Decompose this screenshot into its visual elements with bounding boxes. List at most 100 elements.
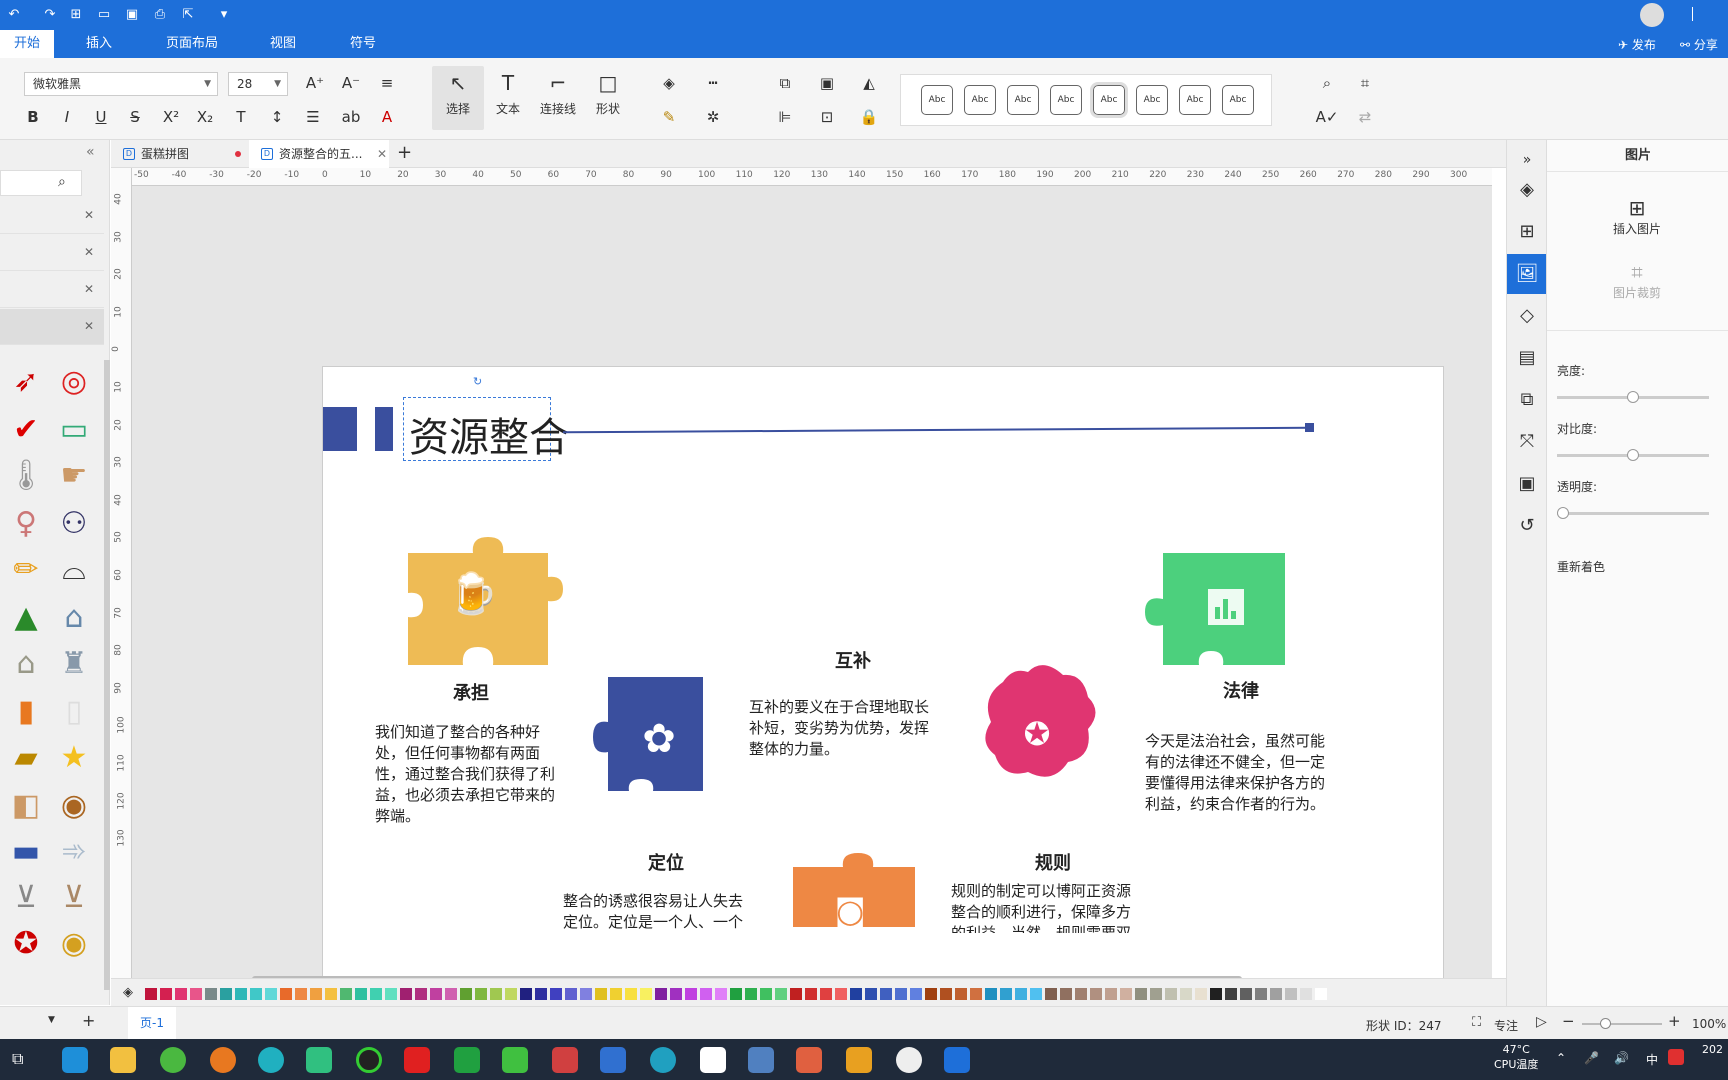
item-title-position[interactable]: 定位 [648,849,684,875]
search-icon[interactable]: ⌕ [58,174,66,190]
item-text-position[interactable]: 整合的诱惑很容易让人失去定位。定位是一个人、一个产品、一个企业、一个组织 [563,891,743,931]
contrast-slider[interactable] [1557,449,1709,461]
crop-image-button[interactable]: ⌗ 图片裁剪 [1597,260,1677,301]
bold-icon[interactable]: B [20,104,46,130]
color-swatch[interactable] [1045,988,1057,1000]
color-swatch[interactable] [805,988,817,1000]
connect-icon[interactable]: ⤧ [1507,422,1547,462]
checkmark-icon[interactable]: ✔ [6,410,46,450]
fill-panel-icon[interactable]: ◈ [1507,170,1547,210]
paper-icon[interactable]: ▯ [54,692,94,732]
browser-icon[interactable] [160,1047,186,1073]
color-swatch[interactable] [565,988,577,1000]
item-title-undertake[interactable]: 承担 [453,679,489,705]
color-swatch[interactable] [520,988,532,1000]
close-icon[interactable]: ✕ [84,245,94,259]
color-swatch[interactable] [1285,988,1297,1000]
font-size-select[interactable]: 28 ▼ [228,72,288,96]
page-tab[interactable]: 页-1 [128,1007,176,1040]
color-swatch[interactable] [265,988,277,1000]
zoom-in-icon[interactable]: + [1668,1012,1681,1030]
recolor-button[interactable]: 重新着色 [1557,558,1605,575]
add-page-icon[interactable]: + [82,1011,95,1030]
color-swatch[interactable] [475,988,487,1000]
obs-icon[interactable] [356,1047,382,1073]
edge-icon[interactable] [62,1047,88,1073]
barrel-icon[interactable]: ◉ [54,786,94,826]
subscript-icon[interactable]: X₂ [192,104,218,130]
cart-icon[interactable]: ⊻ [6,878,46,918]
layers-icon[interactable]: ◇ [1507,296,1547,336]
color-swatch[interactable] [880,988,892,1000]
library-category[interactable]: ✕ [0,272,104,308]
ime-indicator[interactable]: 中 [1646,1051,1658,1068]
color-swatch[interactable] [220,988,232,1000]
open-folder-icon[interactable]: ▭ [96,7,112,23]
color-swatch[interactable] [835,988,847,1000]
effects-icon[interactable]: ✲ [700,104,726,130]
style-swatch[interactable]: Abc [1136,85,1168,115]
color-swatch[interactable] [340,988,352,1000]
slider-knob[interactable] [1557,507,1569,519]
dart-icon[interactable]: ➶ [6,362,46,402]
menu-symbol[interactable]: 符号 [336,30,390,58]
share-button[interactable]: ⚯ 分享 [1680,36,1718,53]
zoom-out-icon[interactable]: − [1562,1012,1575,1030]
color-swatch[interactable] [640,988,652,1000]
color-swatch[interactable] [580,988,592,1000]
color-swatch[interactable] [940,988,952,1000]
color-swatch[interactable] [175,988,187,1000]
grid-panel-icon[interactable]: ⊞ [1507,212,1547,252]
print-icon[interactable]: ⎙ [152,7,168,23]
task-view-icon[interactable]: ⧉ [12,1049,23,1069]
insert-image-button[interactable]: ⊞ 插入图片 [1597,196,1677,237]
item-title-complement[interactable]: 互补 [835,647,871,673]
drawing-canvas[interactable]: 资源整合 ↻ 🍺 ✿ ◙ ✪ 承担 我们知道了整合的各种好处，但任何事物都有两面… [132,186,1492,978]
style-swatch[interactable]: Abc [1007,85,1039,115]
color-swatch[interactable] [1150,988,1162,1000]
color-swatch[interactable] [925,988,937,1000]
italic-icon[interactable]: I [54,104,80,130]
arrange-icon[interactable]: ⧉ [772,70,798,96]
color-swatch[interactable] [1315,988,1327,1000]
style-swatch[interactable]: Abc [1050,85,1082,115]
color-swatch[interactable] [1060,988,1072,1000]
flip-icon[interactable]: ◭ [856,70,882,96]
color-swatch[interactable] [1120,988,1132,1000]
color-swatch[interactable] [370,988,382,1000]
color-swatch[interactable] [400,988,412,1000]
user-avatar[interactable] [1640,3,1664,27]
undo-icon[interactable]: ↶ [6,7,22,23]
text-format-icon[interactable]: T [228,104,254,130]
chrome-icon[interactable] [896,1047,922,1073]
color-swatch[interactable] [1240,988,1252,1000]
crop-icon[interactable]: ⌗ [1352,70,1378,96]
color-swatch[interactable] [205,988,217,1000]
app-icon[interactable] [650,1047,676,1073]
color-swatch[interactable] [1195,988,1207,1000]
color-swatch[interactable] [685,988,697,1000]
color-swatch[interactable] [850,988,862,1000]
history-icon[interactable]: ↺ [1507,506,1547,546]
color-swatch[interactable] [1135,988,1147,1000]
presentation-icon[interactable]: ▣ [1507,464,1547,504]
tree-icon[interactable]: ▲ [6,598,46,638]
text-tool-button[interactable]: T 文本 [482,66,534,130]
color-swatch[interactable] [985,988,997,1000]
volume-icon[interactable]: 🔊 [1614,1051,1629,1065]
people-icon[interactable]: ⚇ [54,504,94,544]
check-app-icon[interactable] [502,1047,528,1073]
color-swatch[interactable] [1270,988,1282,1000]
color-swatch[interactable] [430,988,442,1000]
pencil-icon[interactable]: ✏ [6,550,46,590]
size-icon[interactable]: ⊡ [814,104,840,130]
color-swatch[interactable] [970,988,982,1000]
slider-knob[interactable] [1627,391,1639,403]
library-category-selected[interactable]: ✕ [0,309,104,345]
app-icon[interactable] [552,1047,578,1073]
close-icon[interactable]: ✕ [84,282,94,296]
color-swatch[interactable] [145,988,157,1000]
zoom-knob[interactable] [1600,1018,1611,1029]
find-icon[interactable]: ⌕ [1314,70,1340,96]
color-swatch[interactable] [325,988,337,1000]
